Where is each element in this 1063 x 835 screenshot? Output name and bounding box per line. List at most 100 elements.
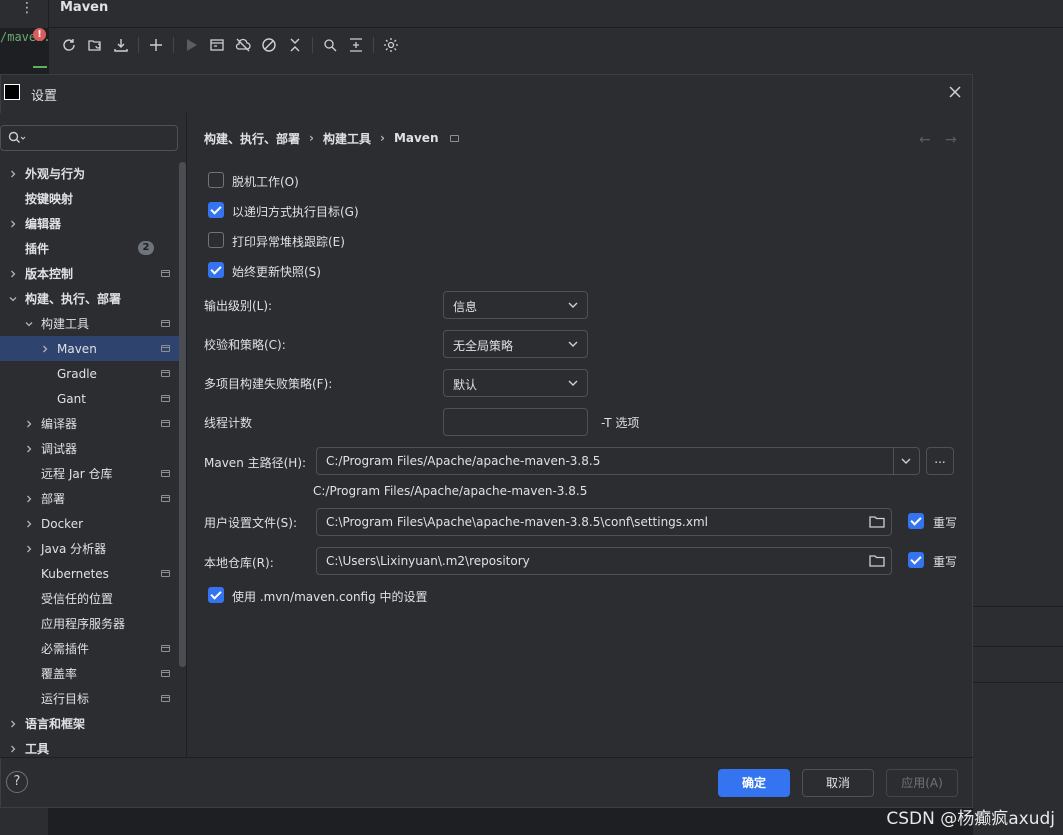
chevron-down-icon[interactable] [900, 456, 912, 466]
option-checkbox[interactable] [208, 172, 224, 188]
sidebar-item[interactable]: 插件 2 [0, 236, 186, 261]
sidebar-item[interactable]: 覆盖率 [0, 661, 186, 686]
sidebar-item[interactable]: 编辑器 [0, 211, 186, 236]
settings-search-input[interactable] [0, 125, 178, 151]
maven-home-label: Maven 主路径(H): [204, 456, 307, 470]
chevron-down-icon[interactable] [8, 294, 18, 304]
apply-button[interactable]: 应用(A) [886, 769, 958, 797]
execute-goal-icon[interactable] [204, 34, 230, 56]
chevron-right-icon[interactable] [8, 744, 18, 754]
user-settings-input[interactable]: C:\Program Files\Apache\apache-maven-3.8… [316, 508, 892, 536]
ok-button[interactable]: 确定 [718, 769, 790, 797]
use-mvn-config-checkbox[interactable] [208, 587, 224, 603]
output-level-select[interactable]: 信息 [443, 291, 588, 319]
cancel-button[interactable]: 取消 [802, 769, 874, 797]
chevron-right-icon[interactable] [24, 519, 34, 529]
sidebar-item-label: Docker [41, 516, 84, 531]
local-repo-input[interactable]: C:\Users\Lixinyuan\.m2\repository [316, 547, 892, 575]
option-checkbox[interactable] [208, 202, 224, 218]
sidebar-item-label: 按键映射 [25, 192, 74, 206]
chevron-right-icon[interactable] [8, 719, 18, 729]
download-icon[interactable] [108, 34, 134, 56]
sidebar-item[interactable]: 远程 Jar 仓库 [0, 461, 186, 486]
forward-arrow-icon[interactable]: → [945, 132, 957, 148]
option-checkbox[interactable] [208, 232, 224, 248]
maven-home-combo[interactable]: C:/Program Files/Apache/apache-maven-3.8… [316, 447, 920, 475]
divider [186, 113, 187, 758]
chevron-right-icon[interactable] [8, 269, 18, 279]
settings-icon[interactable] [378, 34, 404, 56]
sidebar-item-label: 部署 [41, 492, 66, 506]
sidebar-item-label: 构建工具 [41, 317, 90, 331]
multiproject-fail-value: 默认 [453, 378, 478, 392]
offline-icon[interactable] [230, 34, 256, 56]
chevron-right-icon[interactable] [40, 344, 50, 354]
sidebar-item-label: Gradle [57, 366, 97, 381]
project-settings-icon [161, 570, 170, 577]
checksum-policy-select[interactable]: 无全局策略 [443, 330, 588, 358]
sidebar-item[interactable]: Maven [0, 336, 186, 361]
browse-maven-home-button[interactable]: ... [926, 447, 954, 475]
sidebar-item[interactable]: 按键映射 [0, 186, 186, 211]
use-mvn-config-label: 使用 .mvn/maven.config 中的设置 [232, 590, 428, 604]
breadcrumb-item: Maven [393, 131, 439, 145]
chevron-right-icon[interactable] [24, 494, 34, 504]
sidebar-item[interactable]: Java 分析器 [0, 536, 186, 561]
add-icon[interactable] [143, 34, 169, 56]
local-repo-value: C:\Users\Lixinyuan\.m2\repository [326, 554, 530, 568]
sidebar-item[interactable]: Kubernetes [0, 561, 186, 586]
chevron-right-icon[interactable] [8, 219, 18, 229]
thread-count-suffix: -T 选项 [601, 416, 640, 430]
project-settings-icon [161, 495, 170, 502]
sidebar-item[interactable]: Gradle [0, 361, 186, 386]
reload-icon[interactable] [56, 34, 82, 56]
chevron-right-icon[interactable] [24, 444, 34, 454]
maven-home-value: C:/Program Files/Apache/apache-maven-3.8… [326, 454, 601, 468]
chevron-down-icon[interactable] [24, 319, 34, 329]
user-settings-override-checkbox[interactable] [908, 513, 924, 529]
chevron-right-icon[interactable] [24, 544, 34, 554]
run-icon[interactable] [178, 34, 204, 56]
help-button[interactable]: ? [6, 771, 28, 793]
sidebar-item-label: 构建、执行、部署 [25, 292, 122, 306]
sidebar-item[interactable]: 部署 [0, 486, 186, 511]
folder-icon[interactable] [869, 554, 885, 568]
collapse-all-icon[interactable] [282, 34, 308, 56]
sidebar-item-label: Kubernetes [41, 566, 109, 581]
folder-icon[interactable] [869, 515, 885, 529]
breadcrumb-item[interactable]: 构建、执行、部署 [204, 130, 300, 147]
multiproject-fail-select[interactable]: 默认 [443, 369, 588, 397]
sidebar-item-label: 插件 [25, 242, 50, 256]
close-icon[interactable] [947, 84, 965, 102]
multiproject-fail-label: 多项目构建失败策略(F): [204, 377, 333, 391]
sidebar-item[interactable]: Gant [0, 386, 186, 411]
sidebar-item[interactable]: 受信任的位置 [0, 586, 186, 611]
show-dependencies-icon[interactable] [343, 34, 369, 56]
thread-count-input[interactable] [443, 408, 588, 436]
analyze-dependencies-icon[interactable] [317, 34, 343, 56]
back-arrow-icon[interactable]: ← [919, 132, 931, 148]
sidebar-item[interactable]: 语言和框架 [0, 711, 186, 736]
code-marker [33, 66, 47, 68]
sidebar-item[interactable]: 调试器 [0, 436, 186, 461]
sidebar-item[interactable]: 构建工具 [0, 311, 186, 336]
skip-tests-icon[interactable] [256, 34, 282, 56]
user-settings-override-label: 重写 [933, 516, 958, 530]
sidebar-item[interactable]: 运行目标 [0, 686, 186, 711]
sidebar-item[interactable]: 外观与行为 [0, 161, 186, 186]
local-repo-override-checkbox[interactable] [908, 552, 924, 568]
breadcrumb-item[interactable]: 构建工具 [323, 130, 371, 147]
sidebar-item[interactable]: 应用程序服务器 [0, 611, 186, 636]
sidebar-item[interactable]: 必需插件 [0, 636, 186, 661]
sidebar-item[interactable]: 编译器 [0, 411, 186, 436]
more-menu-icon[interactable]: ⋮ [20, 0, 34, 16]
generate-sources-icon[interactable] [82, 34, 108, 56]
option-checkbox[interactable] [208, 262, 224, 278]
sidebar-item[interactable]: Docker [0, 511, 186, 536]
chevron-right-icon[interactable] [24, 419, 34, 429]
tree-scrollbar[interactable] [179, 162, 186, 667]
sidebar-item[interactable]: 构建、执行、部署 [0, 286, 186, 311]
sidebar-item[interactable]: 版本控制 [0, 261, 186, 286]
chevron-right-icon[interactable] [8, 169, 18, 179]
sidebar-item-label: 远程 Jar 仓库 [41, 467, 113, 481]
